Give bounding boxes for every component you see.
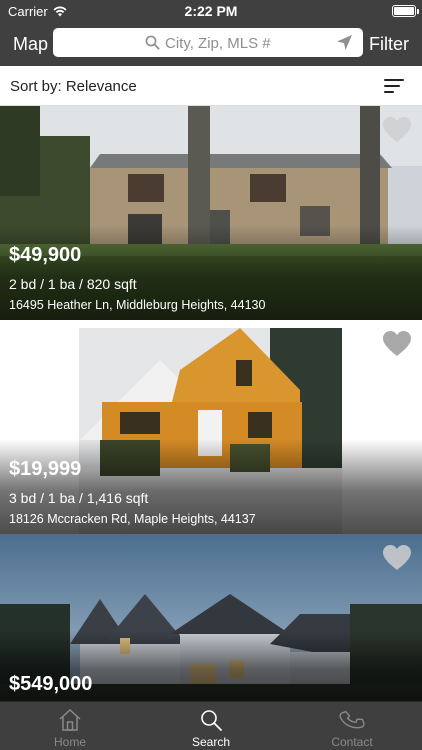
favorite-heart-icon[interactable] bbox=[382, 116, 412, 143]
phone-icon bbox=[339, 710, 365, 729]
favorite-heart-icon[interactable] bbox=[382, 330, 412, 357]
tab-search-label: Search bbox=[191, 735, 231, 749]
search-icon bbox=[201, 710, 222, 731]
sort-icon[interactable] bbox=[384, 79, 404, 97]
listing-address: 18126 Mccracken Rd, Maple Heights, 44137 bbox=[9, 512, 256, 526]
tab-home[interactable]: Home bbox=[0, 702, 140, 750]
battery-icon bbox=[392, 5, 419, 17]
tab-contact-label: Contact bbox=[331, 735, 373, 749]
clock: 2:22 PM bbox=[184, 3, 238, 19]
tab-home-label: Home bbox=[53, 735, 86, 749]
listing-card[interactable]: $19,999 3 bd / 1 ba / 1,416 sqft 18126 M… bbox=[0, 320, 422, 534]
favorite-heart-icon[interactable] bbox=[382, 544, 412, 571]
tab-search[interactable]: Search bbox=[141, 702, 281, 750]
status-bar: Carrier 2:22 PM bbox=[0, 0, 422, 22]
listing-specs: 3 bd / 1 ba / 1,416 sqft bbox=[9, 490, 149, 506]
map-button[interactable]: Map bbox=[13, 34, 48, 55]
listing-price: $549,000 bbox=[9, 673, 93, 695]
listing-price: $49,900 bbox=[9, 244, 82, 266]
search-input[interactable] bbox=[165, 33, 325, 53]
sort-label[interactable]: Sort by: Relevance bbox=[10, 78, 137, 95]
listing-card[interactable]: $549,000 bbox=[0, 534, 422, 701]
filter-button[interactable]: Filter bbox=[369, 34, 409, 55]
tab-bar: Home Search Contact bbox=[0, 701, 422, 750]
listing-price: $19,999 bbox=[9, 458, 82, 480]
tab-contact[interactable]: Contact bbox=[282, 702, 422, 750]
nav-bar: Map Filter bbox=[0, 22, 422, 66]
location-arrow-icon[interactable] bbox=[336, 34, 353, 51]
listing-address: 16495 Heather Ln, Middleburg Heights, 44… bbox=[9, 298, 266, 312]
sort-bar: Sort by: Relevance bbox=[0, 66, 422, 106]
search-box[interactable] bbox=[53, 28, 363, 57]
search-icon bbox=[145, 35, 160, 50]
home-icon bbox=[59, 708, 81, 731]
listing-card[interactable]: $49,900 2 bd / 1 ba / 820 sqft 16495 Hea… bbox=[0, 106, 422, 320]
listing-specs: 2 bd / 1 ba / 820 sqft bbox=[9, 276, 137, 292]
